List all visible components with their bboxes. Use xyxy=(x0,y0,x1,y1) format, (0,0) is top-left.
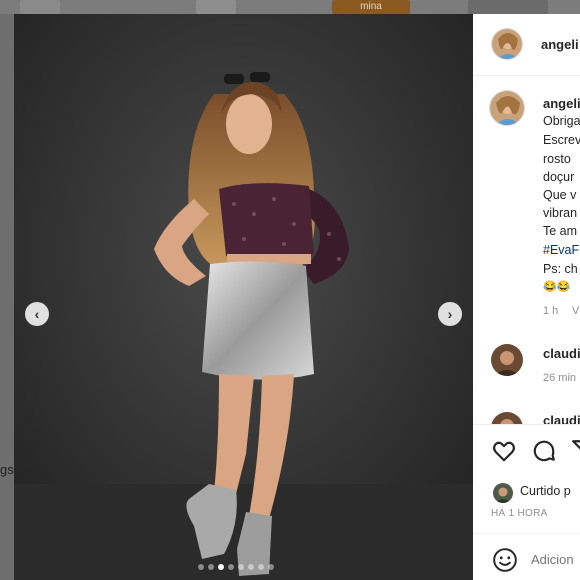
background-tile xyxy=(468,0,548,14)
comment-time: 26 min xyxy=(543,372,577,384)
carousel-dot xyxy=(228,564,234,570)
background-left-edge xyxy=(0,14,14,580)
commenter-avatar-image xyxy=(491,344,523,376)
chevron-right-icon: › xyxy=(447,306,453,322)
background-tile xyxy=(20,0,60,14)
carousel-dot xyxy=(198,564,204,570)
header-divider xyxy=(473,75,580,76)
post-photo: ‹ › xyxy=(14,14,473,580)
caption-hashtag[interactable]: #EvaF xyxy=(543,241,579,259)
caption-line: Obriga xyxy=(543,114,580,128)
comment-username[interactable]: claudi xyxy=(543,346,580,361)
liked-by-text[interactable]: Curtido p xyxy=(520,484,571,498)
post-side-panel: angeli angeli Obriga Escrev rosto doçur … xyxy=(473,14,580,580)
chevron-left-icon: ‹ xyxy=(34,306,40,322)
previous-photo-button[interactable]: ‹ xyxy=(25,302,49,326)
caption-avatar[interactable] xyxy=(489,90,525,126)
photo-illustration xyxy=(14,14,473,580)
carousel-dot xyxy=(258,564,264,570)
emoji-button[interactable] xyxy=(492,547,518,573)
caption-line: Te am xyxy=(543,224,578,238)
comment-input[interactable] xyxy=(531,552,580,567)
liked-by-avatar[interactable] xyxy=(493,483,513,503)
author-avatar[interactable] xyxy=(491,28,523,60)
caption-line: Que v xyxy=(543,188,577,202)
author-username[interactable]: angeli xyxy=(541,37,579,52)
background-tile-label: mina xyxy=(360,1,382,12)
share-button[interactable] xyxy=(571,438,580,464)
carousel-dot xyxy=(248,564,254,570)
comment-icon xyxy=(533,440,555,462)
background-partial-text: gs xyxy=(0,462,14,477)
share-icon xyxy=(572,440,580,450)
caption-line: doçur xyxy=(543,170,575,184)
background-tile-mina: mina xyxy=(332,0,410,14)
caption-time[interactable]: 1 h xyxy=(543,305,558,317)
carousel-dot xyxy=(218,564,224,570)
caption-line: rosto xyxy=(543,152,571,166)
author-avatar-image xyxy=(492,29,522,59)
carousel-indicator xyxy=(198,564,274,570)
caption-line: vibran xyxy=(543,206,578,220)
caption-emoji: 😂😂 xyxy=(543,281,571,293)
caption-extra[interactable]: V xyxy=(572,305,579,317)
commenter-avatar[interactable] xyxy=(491,344,523,376)
carousel-dot xyxy=(268,564,274,570)
background-tile xyxy=(196,0,236,14)
heart-icon xyxy=(493,441,515,462)
comment-button[interactable] xyxy=(531,438,557,464)
like-button[interactable] xyxy=(491,438,517,464)
caption-ps: Ps: ch xyxy=(543,262,578,276)
comment-input-divider xyxy=(473,533,580,534)
liked-by-avatar-image xyxy=(493,483,513,503)
carousel-dot xyxy=(238,564,244,570)
post-time: HÁ 1 HORA xyxy=(491,508,548,519)
caption-username[interactable]: angeli xyxy=(543,96,580,111)
smile-icon xyxy=(493,548,517,572)
next-photo-button[interactable]: › xyxy=(438,302,462,326)
caption-avatar-image xyxy=(490,91,524,125)
carousel-dot xyxy=(208,564,214,570)
caption-line: Escrev xyxy=(543,133,580,147)
